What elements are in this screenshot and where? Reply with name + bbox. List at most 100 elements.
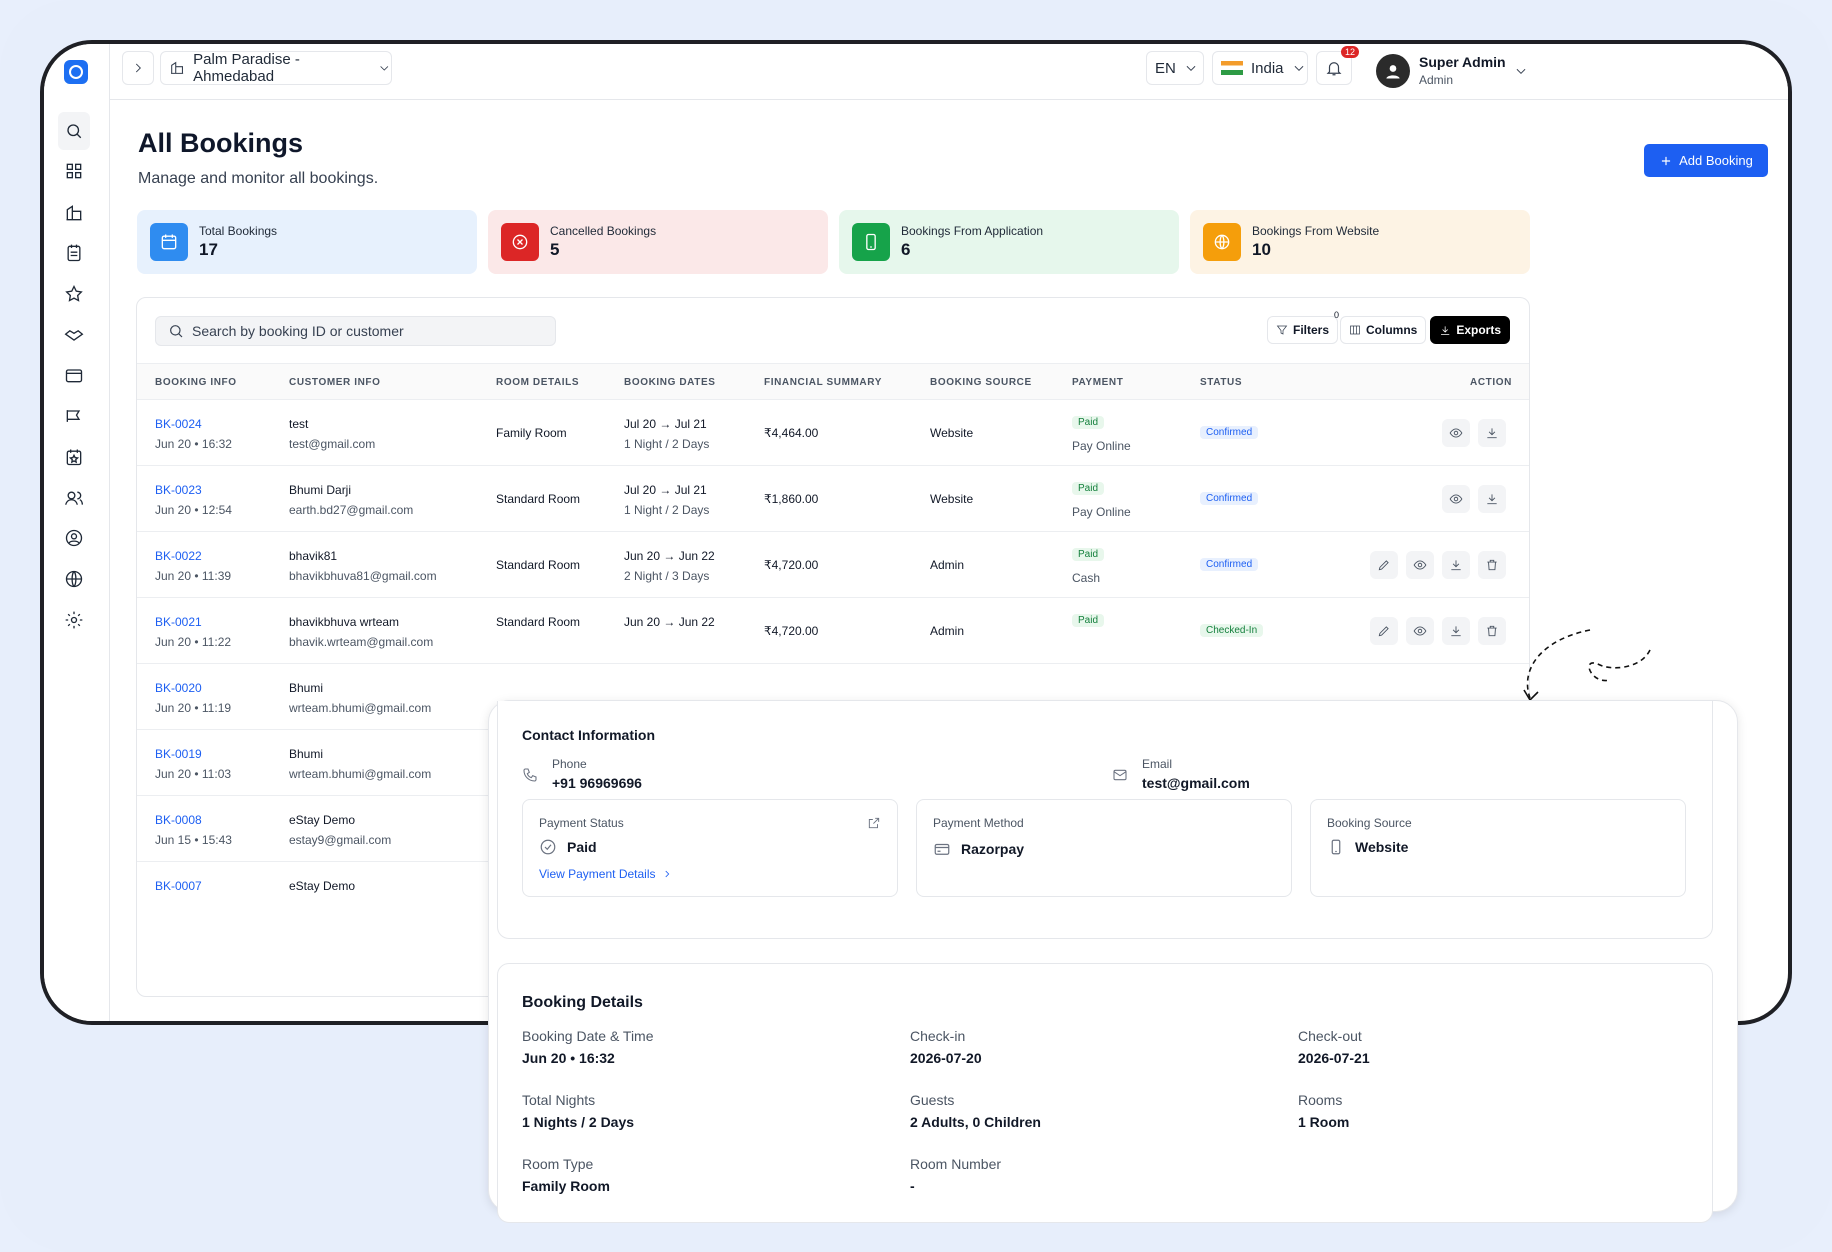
- nights: 1 Night / 2 Days: [624, 503, 710, 517]
- stat-card-cancelled-bookings: Cancelled Bookings 5: [488, 210, 828, 274]
- download-button[interactable]: [1478, 419, 1506, 447]
- wallet-icon[interactable]: [63, 364, 85, 386]
- search-input[interactable]: Search by booking ID or customer: [155, 316, 556, 346]
- booking-id-link[interactable]: BK-0022: [155, 549, 202, 563]
- country-selector[interactable]: India: [1212, 51, 1308, 85]
- eye-icon: [1449, 494, 1463, 504]
- nights: 1 Night / 2 Days: [624, 437, 710, 451]
- trash-icon: [1487, 559, 1497, 571]
- table-header: BOOKING INFO CUSTOMER INFO ROOM DETAILS …: [137, 363, 1529, 400]
- download-icon: [1487, 494, 1497, 505]
- detail-value: 2026-07-21: [1298, 1050, 1370, 1066]
- view-button[interactable]: [1442, 419, 1470, 447]
- customer-name: bhavik81: [289, 549, 338, 563]
- view-button[interactable]: [1406, 617, 1434, 645]
- table-row[interactable]: BK-0024 Jun 20 • 16:32 test test@gmail.c…: [137, 400, 1529, 466]
- column-header: ACTION: [1470, 377, 1512, 388]
- sidebar: [44, 44, 110, 1021]
- handshake-icon[interactable]: [63, 324, 85, 346]
- columns-button[interactable]: Columns: [1340, 316, 1427, 344]
- booking-datetime: Jun 20 • 11:22: [155, 635, 232, 649]
- payment-badge: Paid: [1072, 614, 1105, 627]
- booking-id-link[interactable]: BK-0020: [155, 681, 202, 695]
- view-payment-details-link[interactable]: View Payment Details: [539, 867, 672, 881]
- globe-icon[interactable]: [63, 568, 85, 590]
- notifications-button[interactable]: 12: [1316, 46, 1359, 85]
- user-avatar[interactable]: [1376, 54, 1410, 88]
- edit-button[interactable]: [1370, 617, 1398, 645]
- payment-badge: Paid: [1072, 416, 1105, 429]
- table-row[interactable]: BK-0021 Jun 20 • 11:22 bhavikbhuva wrtea…: [137, 598, 1529, 664]
- column-header: ROOM DETAILS: [496, 377, 580, 388]
- table-row[interactable]: BK-0023 Jun 20 • 12:54 Bhumi Darji earth…: [137, 466, 1529, 532]
- download-button[interactable]: [1442, 617, 1470, 645]
- nights: 2 Night / 3 Days: [624, 569, 710, 583]
- view-button[interactable]: [1442, 485, 1470, 513]
- status-badge: Confirmed: [1200, 426, 1259, 439]
- eye-icon: [1413, 560, 1427, 570]
- booking-id-link[interactable]: BK-0023: [155, 483, 202, 497]
- phone-label: Phone: [552, 757, 587, 771]
- add-booking-button[interactable]: Add Booking: [1644, 144, 1768, 177]
- payment-method: Pay Online: [1072, 505, 1131, 519]
- room-type: Standard Room: [496, 492, 581, 506]
- country-label: India: [1251, 59, 1284, 77]
- view-button[interactable]: [1406, 551, 1434, 579]
- notification-count-badge: 12: [1340, 46, 1359, 58]
- calendar-star-icon[interactable]: [63, 446, 85, 468]
- payment-method-value: Razorpay: [961, 841, 1025, 857]
- external-link-icon[interactable]: [867, 816, 881, 830]
- payment-status-card: Payment Status Paid View Payment Details: [522, 799, 898, 897]
- booking-source-value: Website: [1355, 839, 1409, 855]
- edit-button[interactable]: [1370, 551, 1398, 579]
- detail-label: Room Type: [522, 1156, 594, 1172]
- user-role: Admin: [1419, 73, 1454, 87]
- smartphone-icon: [1331, 839, 1341, 855]
- payment-status-value: Paid: [567, 839, 597, 855]
- settings-icon[interactable]: [63, 609, 85, 631]
- booking-id-link[interactable]: BK-0007: [155, 879, 202, 893]
- promotion-icon[interactable]: [63, 405, 85, 427]
- delete-button[interactable]: [1478, 551, 1506, 579]
- exports-button[interactable]: Exports: [1430, 316, 1510, 344]
- table-row[interactable]: BK-0022 Jun 20 • 11:39 bhavik81 bhavikbh…: [137, 532, 1529, 598]
- dashboard-icon[interactable]: [63, 160, 85, 182]
- language-selector[interactable]: EN: [1146, 51, 1204, 85]
- dashed-arrow-decoration: [1523, 629, 1651, 702]
- booking-dates: Jun 20 → Jun 22: [624, 549, 715, 563]
- exports-label: Exports: [1456, 323, 1501, 337]
- booking-id-link[interactable]: BK-0008: [155, 813, 202, 827]
- chevron-down-icon: [1186, 65, 1196, 71]
- bookings-icon[interactable]: [63, 242, 85, 264]
- building-icon: [171, 61, 184, 74]
- customer-name: Bhumi: [289, 747, 324, 761]
- property-selector[interactable]: Palm Paradise - Ahmedabad: [160, 51, 392, 85]
- user-icon: [1386, 65, 1400, 79]
- star-icon[interactable]: [63, 283, 85, 305]
- amount: ₹1,860.00: [764, 492, 819, 506]
- chevron-right-icon: [664, 870, 669, 878]
- user-circle-icon[interactable]: [63, 527, 85, 549]
- booking-datetime: Jun 20 • 12:54: [155, 503, 232, 517]
- booking-id-link[interactable]: BK-0019: [155, 747, 202, 761]
- chevron-down-icon: [380, 66, 389, 71]
- users-icon[interactable]: [63, 487, 85, 509]
- stat-label: Bookings From Application: [901, 224, 1044, 238]
- expand-sidebar-button[interactable]: [122, 51, 154, 85]
- hotel-icon[interactable]: [63, 202, 85, 224]
- filters-button[interactable]: Filters 0: [1267, 310, 1339, 344]
- user-menu-chevron-icon[interactable]: [1514, 64, 1528, 78]
- customer-email: wrteam.bhumi@gmail.com: [289, 701, 432, 715]
- sidebar-search-button[interactable]: [58, 112, 90, 150]
- detail-label: Rooms: [1298, 1092, 1343, 1108]
- cancel-circle-icon: [501, 223, 539, 261]
- filters-count-badge: 0: [1334, 310, 1340, 320]
- search-icon: [67, 124, 82, 139]
- download-button[interactable]: [1478, 485, 1506, 513]
- download-button[interactable]: [1442, 551, 1470, 579]
- booking-id-link[interactable]: BK-0021: [155, 615, 202, 629]
- booking-id-link[interactable]: BK-0024: [155, 417, 202, 431]
- mail-icon: [1113, 769, 1127, 781]
- source: Website: [930, 492, 974, 506]
- top-bar: Palm Paradise - Ahmedabad EN India 12 Su…: [110, 44, 1788, 100]
